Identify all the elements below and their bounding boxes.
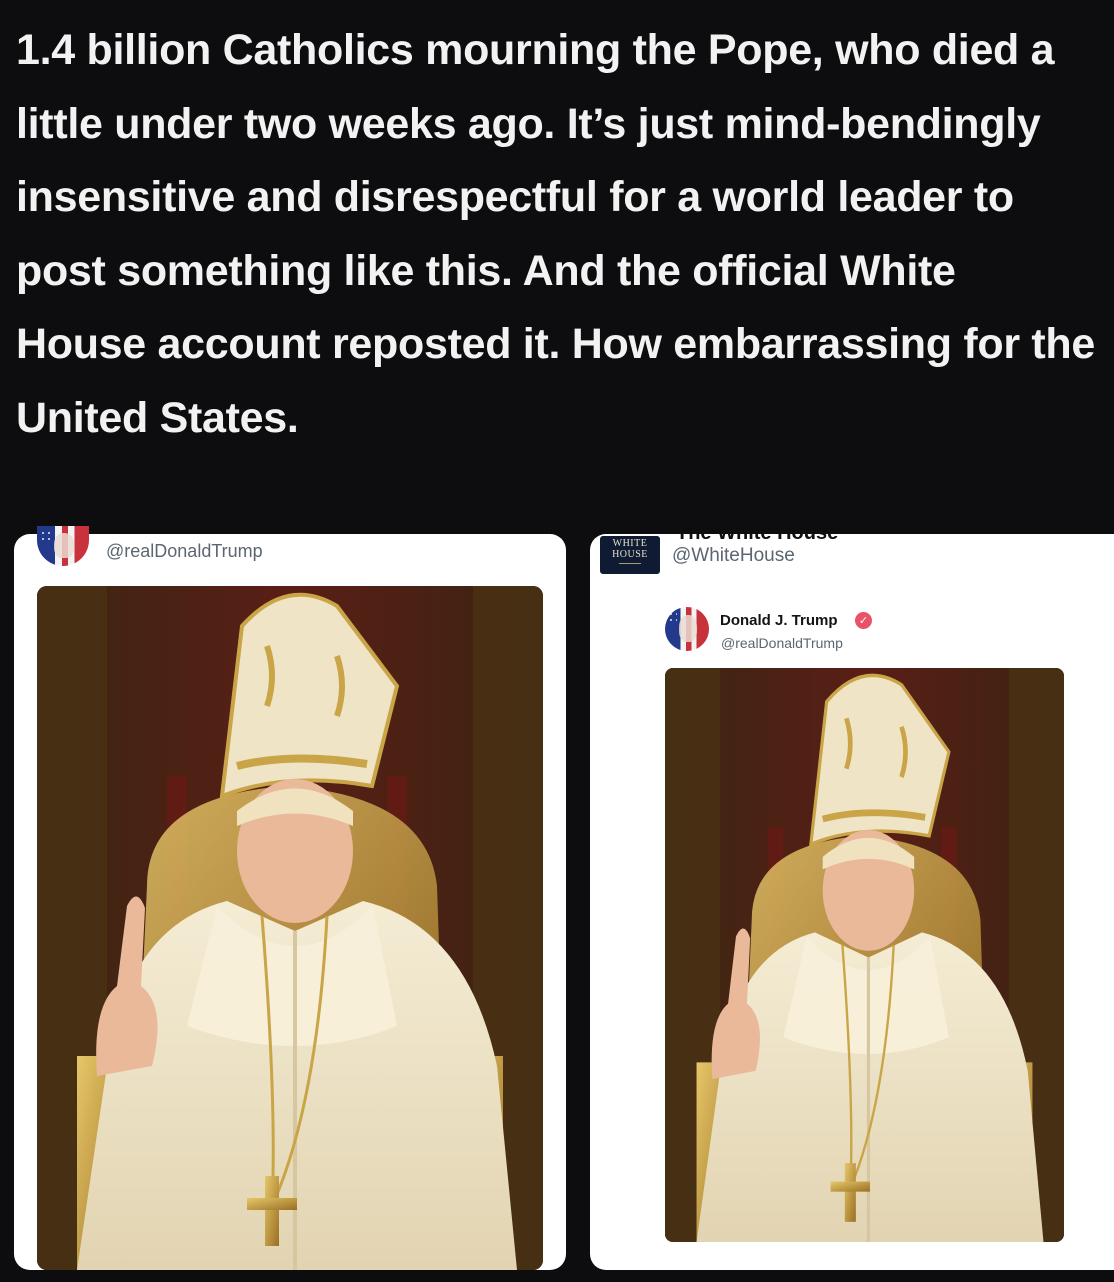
pope-image[interactable] bbox=[37, 586, 543, 1270]
white-house-display-name[interactable]: The White House bbox=[676, 534, 856, 542]
white-house-handle[interactable]: @WhiteHouse bbox=[672, 545, 795, 567]
logo-line-2: HOUSE bbox=[612, 549, 648, 560]
headline-text: 1.4 billion Catholics mourning the Pope,… bbox=[16, 26, 1096, 442]
trump-handle[interactable]: @realDonaldTrump bbox=[106, 541, 263, 562]
logo-line-1: WHITE bbox=[612, 538, 648, 549]
logo-rule bbox=[619, 563, 641, 564]
white-house-logo[interactable]: WHITE HOUSE bbox=[600, 536, 660, 574]
quoted-pope-image[interactable] bbox=[665, 668, 1064, 1242]
quoted-handle[interactable]: @realDonaldTrump bbox=[721, 635, 843, 651]
quoted-trump-avatar[interactable] bbox=[665, 607, 709, 651]
quoted-display-name[interactable]: Donald J. Trump bbox=[720, 612, 838, 629]
verified-badge-icon: ✓ bbox=[855, 612, 872, 629]
